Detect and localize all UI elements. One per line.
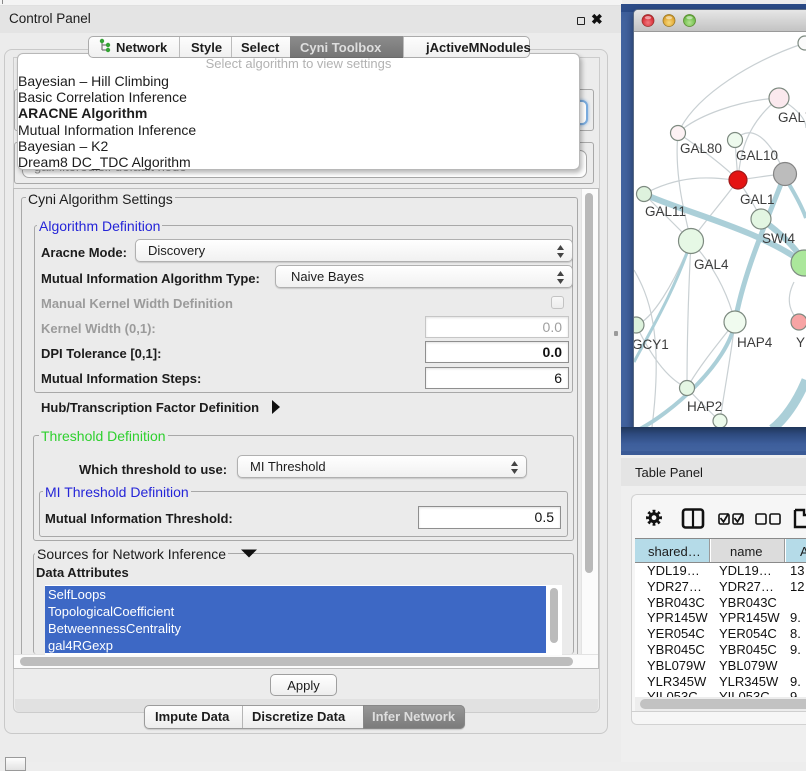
svg-text:GAL4: GAL4 bbox=[694, 257, 729, 272]
svg-text:GAL11: GAL11 bbox=[645, 204, 686, 219]
svg-text:GAL1: GAL1 bbox=[740, 192, 775, 207]
svg-text:HAP4: HAP4 bbox=[737, 335, 773, 350]
svg-text:GCY1: GCY1 bbox=[634, 337, 669, 352]
svg-text:GAL10: GAL10 bbox=[736, 148, 778, 163]
svg-text:HAP2: HAP2 bbox=[687, 399, 722, 414]
svg-text:GAL7: GAL7 bbox=[778, 110, 806, 125]
svg-text:SWI4: SWI4 bbox=[762, 231, 795, 246]
svg-text:Y: Y bbox=[796, 335, 805, 350]
svg-text:GAL80: GAL80 bbox=[680, 141, 722, 156]
